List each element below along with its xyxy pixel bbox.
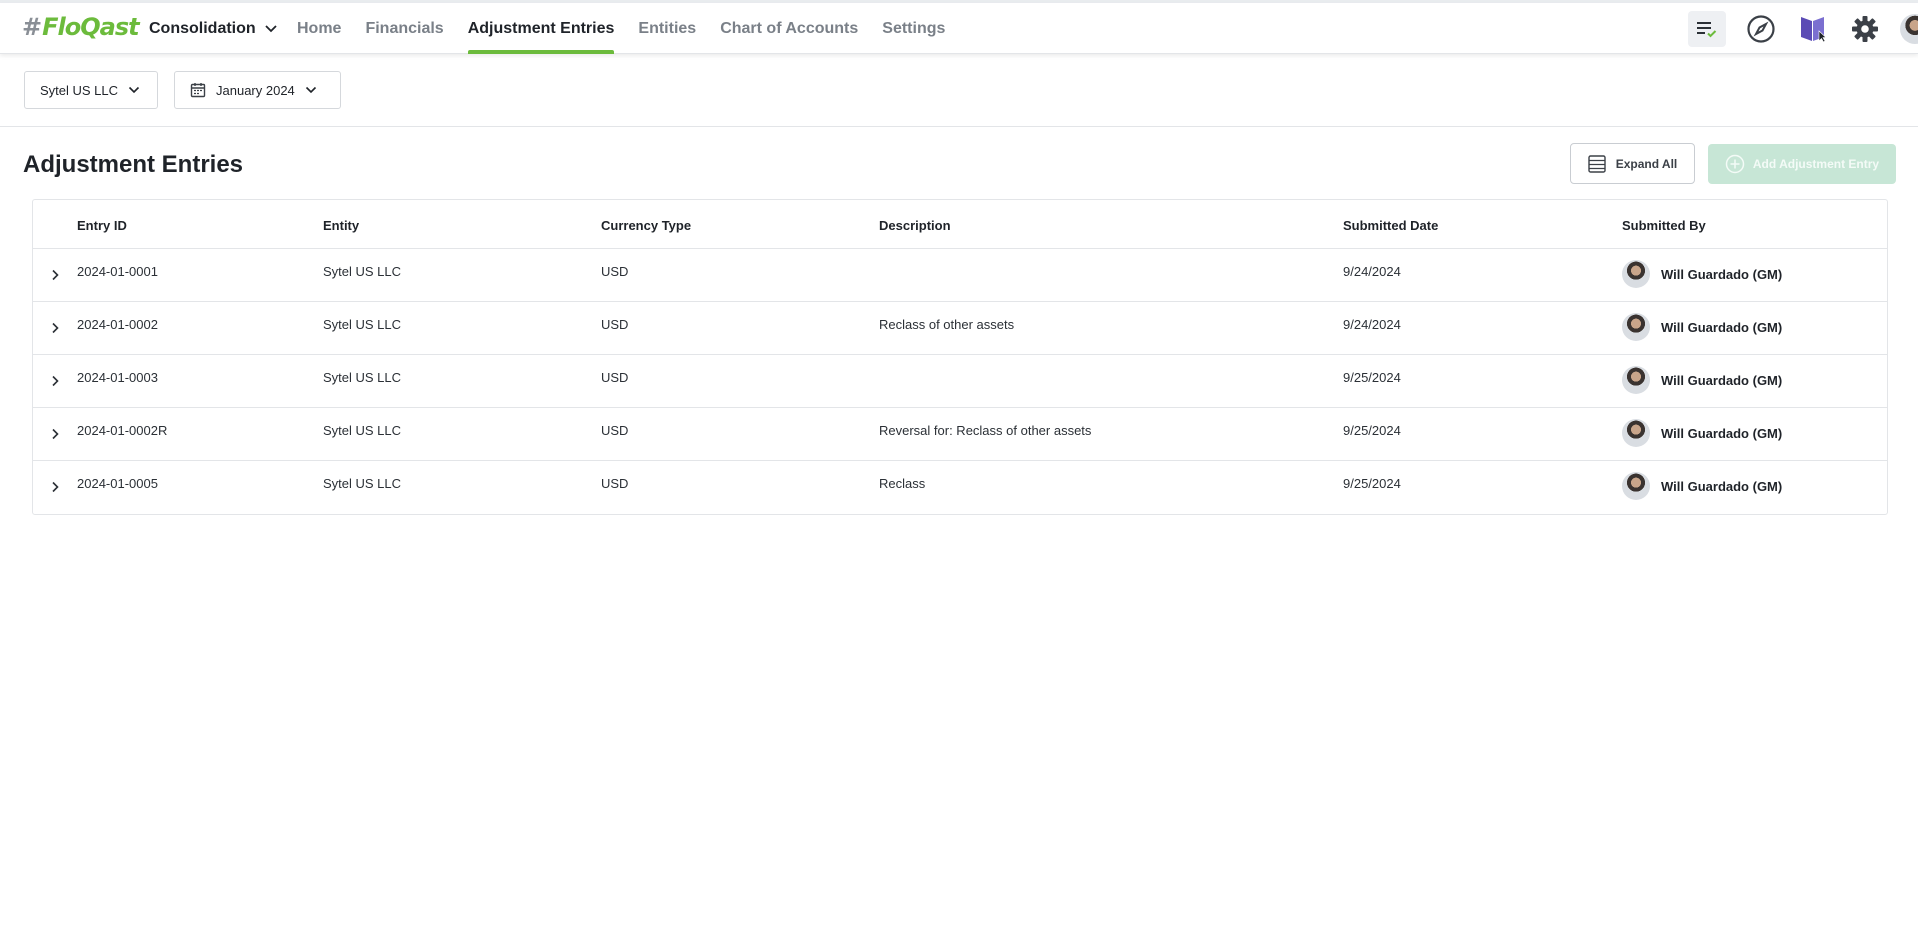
avatar: [1622, 260, 1650, 288]
entry-id-cell: 2024-01-0002R: [77, 423, 168, 438]
nav-home[interactable]: Home: [297, 3, 341, 54]
submitter-name: Will Guardado (GM): [1661, 372, 1783, 388]
currency-cell: USD: [601, 423, 629, 438]
submitted-by-cell: Will Guardado (GM): [1622, 419, 1782, 447]
description-cell: Reclass of other assets: [879, 317, 1015, 332]
submitted-by-cell: Will Guardado (GM): [1622, 313, 1782, 341]
add-adjustment-entry-button[interactable]: Add Adjustment Entry: [1708, 144, 1896, 184]
book-icon[interactable]: [1794, 11, 1832, 47]
user-avatar[interactable]: [1898, 11, 1918, 47]
column-header-submitted-by[interactable]: Submitted By: [1622, 218, 1706, 233]
column-header-description[interactable]: Description: [879, 218, 951, 233]
table-row[interactable]: 2024-01-0001 Sytel US LLC USD 9/24/2024 …: [33, 249, 1887, 302]
submitted-by-cell: Will Guardado (GM): [1622, 260, 1782, 288]
avatar: [1622, 472, 1650, 500]
expand-all-label: Expand All: [1615, 156, 1678, 171]
entity-cell: Sytel US LLC: [323, 264, 402, 279]
plus-circle-icon: [1725, 154, 1745, 174]
entity-cell: Sytel US LLC: [323, 423, 402, 438]
chevron-down-icon: [305, 86, 316, 94]
user-avatar-image: [1900, 14, 1918, 44]
nav-financials[interactable]: Financials: [365, 3, 443, 54]
table-row[interactable]: 2024-01-0005 Sytel US LLC USD Reclass 9/…: [33, 461, 1887, 514]
chevron-down-icon: [265, 25, 277, 33]
chevron-down-icon: [128, 86, 140, 94]
top-navigation-bar: #FloQast Consolidation Home Financials A…: [0, 3, 1918, 54]
entity-cell: Sytel US LLC: [323, 476, 402, 491]
submitter-name: Will Guardado (GM): [1661, 425, 1783, 441]
app-switcher-label: Consolidation: [149, 20, 256, 37]
entity-cell: Sytel US LLC: [323, 317, 402, 332]
expand-row-chevron-icon[interactable]: [45, 265, 65, 285]
nav-entities[interactable]: Entities: [638, 3, 696, 54]
submitted-by-cell: Will Guardado (GM): [1622, 472, 1782, 500]
submitted-date-cell: 9/24/2024: [1343, 317, 1401, 332]
page-title: Adjustment Entries: [23, 151, 244, 178]
tasks-icon[interactable]: [1688, 11, 1726, 47]
expand-all-button[interactable]: Expand All: [1570, 143, 1695, 184]
table-row[interactable]: 2024-01-0003 Sytel US LLC USD 9/25/2024 …: [33, 355, 1887, 408]
entity-selector-value: Sytel US LLC: [40, 82, 119, 98]
app-switcher-dropdown[interactable]: Consolidation: [149, 20, 278, 38]
expand-row-chevron-icon[interactable]: [45, 424, 65, 444]
description-cell: Reclass: [879, 476, 926, 491]
calendar-icon: [190, 83, 206, 98]
table-header: Entry ID Entity Currency Type Descriptio…: [33, 200, 1887, 249]
table-row[interactable]: 2024-01-0002 Sytel US LLC USD Reclass of…: [33, 302, 1887, 355]
column-header-currency-type[interactable]: Currency Type: [601, 218, 691, 233]
list-icon: [1588, 154, 1606, 173]
submitted-date-cell: 9/25/2024: [1343, 476, 1401, 491]
entry-id-cell: 2024-01-0002: [77, 317, 158, 332]
expand-row-chevron-icon[interactable]: [45, 371, 65, 391]
submitted-date-cell: 9/25/2024: [1343, 370, 1401, 385]
avatar: [1622, 366, 1650, 394]
avatar: [1622, 313, 1650, 341]
entry-id-cell: 2024-01-0001: [77, 264, 158, 279]
nav-settings[interactable]: Settings: [882, 3, 945, 54]
description-cell: Reversal for: Reclass of other assets: [879, 423, 1092, 438]
gear-icon[interactable]: [1846, 11, 1884, 47]
compass-icon[interactable]: [1742, 11, 1780, 47]
expand-row-chevron-icon[interactable]: [45, 477, 65, 497]
period-selector[interactable]: January 2024: [174, 71, 341, 109]
column-header-submitted-date[interactable]: Submitted Date: [1343, 218, 1438, 233]
submitter-name: Will Guardado (GM): [1661, 478, 1783, 494]
main-nav: Home Financials Adjustment Entries Entit…: [297, 3, 969, 54]
currency-cell: USD: [601, 317, 629, 332]
floqast-logo[interactable]: #FloQast: [22, 13, 140, 41]
add-adjustment-entry-label: Add Adjustment Entry: [1752, 157, 1880, 171]
nav-chart-of-accounts[interactable]: Chart of Accounts: [720, 3, 858, 54]
submitter-name: Will Guardado (GM): [1661, 319, 1783, 335]
filter-bar: Sytel US LLC January 2024: [0, 54, 1918, 127]
column-header-entity[interactable]: Entity: [323, 218, 359, 233]
submitted-by-cell: Will Guardado (GM): [1622, 366, 1782, 394]
submitter-name: Will Guardado (GM): [1661, 266, 1783, 282]
currency-cell: USD: [601, 370, 629, 385]
submitted-date-cell: 9/25/2024: [1343, 423, 1401, 438]
entry-id-cell: 2024-01-0005: [77, 476, 158, 491]
adjustment-entries-table: Entry ID Entity Currency Type Descriptio…: [32, 199, 1888, 515]
submitted-date-cell: 9/24/2024: [1343, 264, 1401, 279]
currency-cell: USD: [601, 264, 629, 279]
entity-cell: Sytel US LLC: [323, 370, 402, 385]
column-header-entry-id[interactable]: Entry ID: [77, 218, 127, 233]
avatar: [1622, 419, 1650, 447]
nav-adjustment-entries[interactable]: Adjustment Entries: [467, 3, 614, 54]
entry-id-cell: 2024-01-0003: [77, 370, 158, 385]
table-row[interactable]: 2024-01-0002R Sytel US LLC USD Reversal …: [33, 408, 1887, 461]
currency-cell: USD: [601, 476, 629, 491]
period-selector-value: January 2024: [216, 82, 295, 98]
expand-row-chevron-icon[interactable]: [45, 318, 65, 338]
entity-selector[interactable]: Sytel US LLC: [24, 71, 158, 109]
